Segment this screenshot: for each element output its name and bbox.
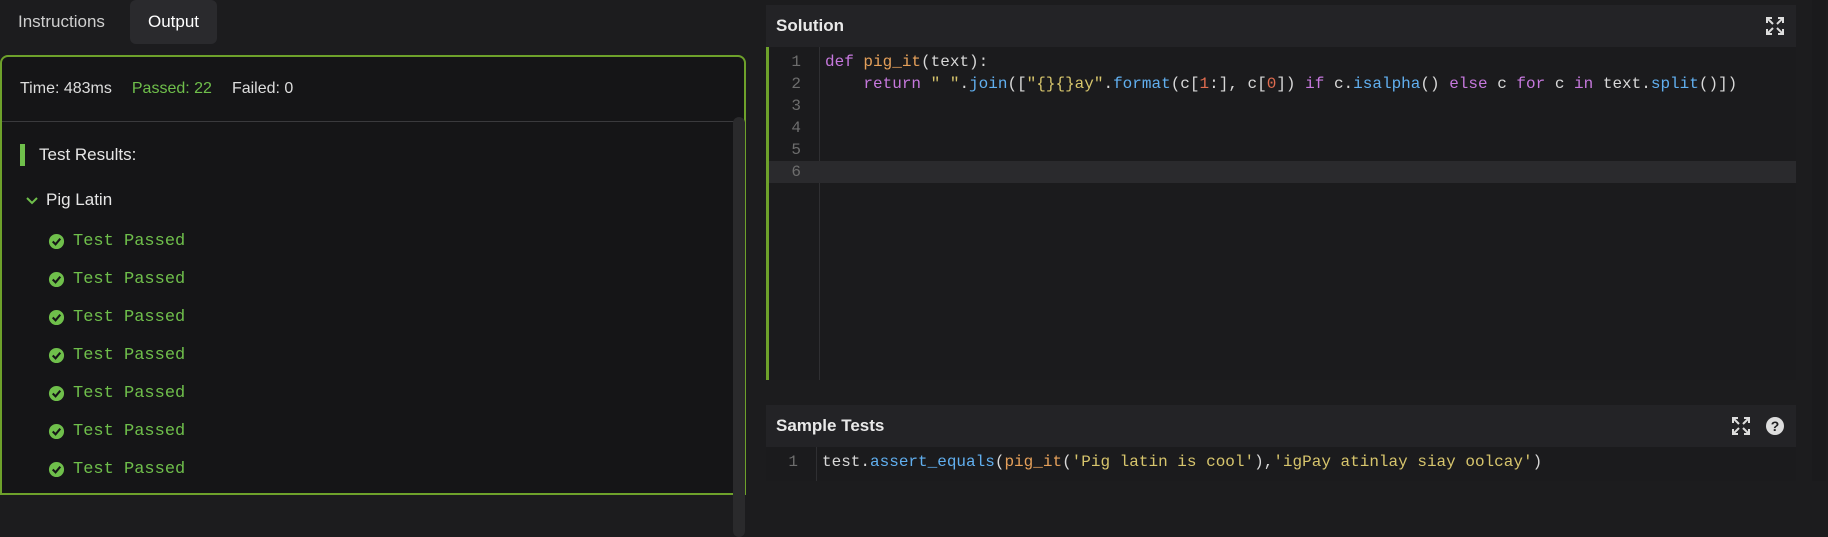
test-label: Test Passed [73, 383, 186, 403]
code-line[interactable]: 5 [769, 139, 1796, 161]
test-summary: Time: 483ms Passed: 22 Failed: 0 [2, 57, 744, 122]
solution-title: Solution [776, 16, 844, 35]
check-circle-icon [48, 309, 65, 325]
code-line[interactable]: 2 return " ".join(["{}{}ay".format(c[1:]… [769, 73, 1796, 95]
test-item: Test Passed [48, 222, 744, 260]
line-number: 2 [791, 75, 801, 93]
code-text: return " ".join(["{}{}ay".format(c[1:], … [863, 75, 1738, 93]
expand-icon[interactable] [1730, 415, 1752, 437]
test-label: Test Passed [73, 269, 186, 289]
test-label: Test Passed [73, 307, 186, 327]
sample-tests-header: Sample Tests ? [766, 405, 1796, 447]
output-panel: Time: 483ms Passed: 22 Failed: 0 Test Re… [0, 55, 746, 537]
solution-editor-card: Solution 1 def pig_it(text): 2 return " ".… [766, 5, 1796, 380]
help-icon[interactable]: ? [1764, 415, 1786, 437]
output-tabs: Instructions Output [0, 0, 760, 46]
test-results-heading: Test Results: [20, 144, 744, 166]
sample-tests-title: Sample Tests [776, 416, 885, 435]
line-number: 3 [791, 97, 801, 115]
line-number: 5 [791, 141, 801, 159]
tab-output[interactable]: Output [130, 0, 218, 44]
test-label: Test Passed [73, 231, 186, 251]
check-circle-icon [48, 385, 65, 401]
test-label: Test Passed [73, 345, 186, 365]
line-number: 1 [791, 53, 801, 71]
sample-tests-card: Sample Tests ? 1 test.assert_equals(pig_i… [766, 405, 1796, 481]
page-scrollbar[interactable] [1812, 0, 1826, 481]
heading-text: Test Results: [39, 145, 137, 164]
solution-code-editor[interactable]: 1 def pig_it(text): 2 return " ".join(["{}… [766, 47, 1796, 380]
line-number: 6 [791, 163, 801, 181]
code-text: def pig_it(text): [825, 53, 989, 71]
code-line[interactable]: 1 def pig_it(text): [769, 51, 1796, 73]
output-scrollbar[interactable] [733, 117, 745, 537]
test-label: Test Passed [73, 459, 186, 479]
check-circle-icon [48, 423, 65, 439]
test-item: Test Passed [48, 412, 744, 450]
expand-icon[interactable] [1764, 15, 1786, 37]
code-line[interactable]: 4 [769, 117, 1796, 139]
test-item: Test Passed [48, 450, 744, 488]
test-item: Test Passed [48, 336, 744, 374]
test-item: Test Passed [48, 298, 744, 336]
line-number: 4 [791, 119, 801, 137]
check-circle-icon [48, 347, 65, 363]
sample-tests-code-editor[interactable]: 1 test.assert_equals(pig_it('Pig latin is… [766, 447, 1796, 481]
code-line[interactable]: 1 test.assert_equals(pig_it('Pig latin is… [766, 451, 1796, 473]
check-circle-icon [48, 271, 65, 287]
code-line[interactable]: 3 [769, 95, 1796, 117]
test-group-toggle[interactable]: Pig Latin [24, 190, 744, 210]
failed-count: Failed: 0 [231, 80, 294, 97]
heading-accent-bar [20, 144, 25, 166]
solution-header: Solution [766, 5, 1796, 47]
code-line[interactable]: 6 [769, 161, 1796, 183]
tab-instructions[interactable]: Instructions [0, 0, 123, 44]
svg-text:?: ? [1771, 418, 1780, 434]
test-group-label: Pig Latin [46, 190, 113, 209]
chevron-down-icon [26, 197, 38, 205]
line-number: 1 [788, 453, 798, 471]
check-circle-icon [48, 461, 65, 477]
test-label: Test Passed [73, 421, 186, 441]
sample-tests-actions: ? [1730, 415, 1786, 437]
code-text: test.assert_equals(pig_it('Pig latin is … [822, 453, 1543, 471]
test-item: Test Passed [48, 260, 744, 298]
test-item: Test Passed [48, 374, 744, 412]
check-circle-icon [48, 233, 65, 249]
test-list: Test Passed Test Passed Test Passed Test Pa… [48, 222, 744, 488]
time-text: Time: 483ms [20, 80, 112, 97]
passed-count: Passed: 22 [131, 80, 212, 97]
